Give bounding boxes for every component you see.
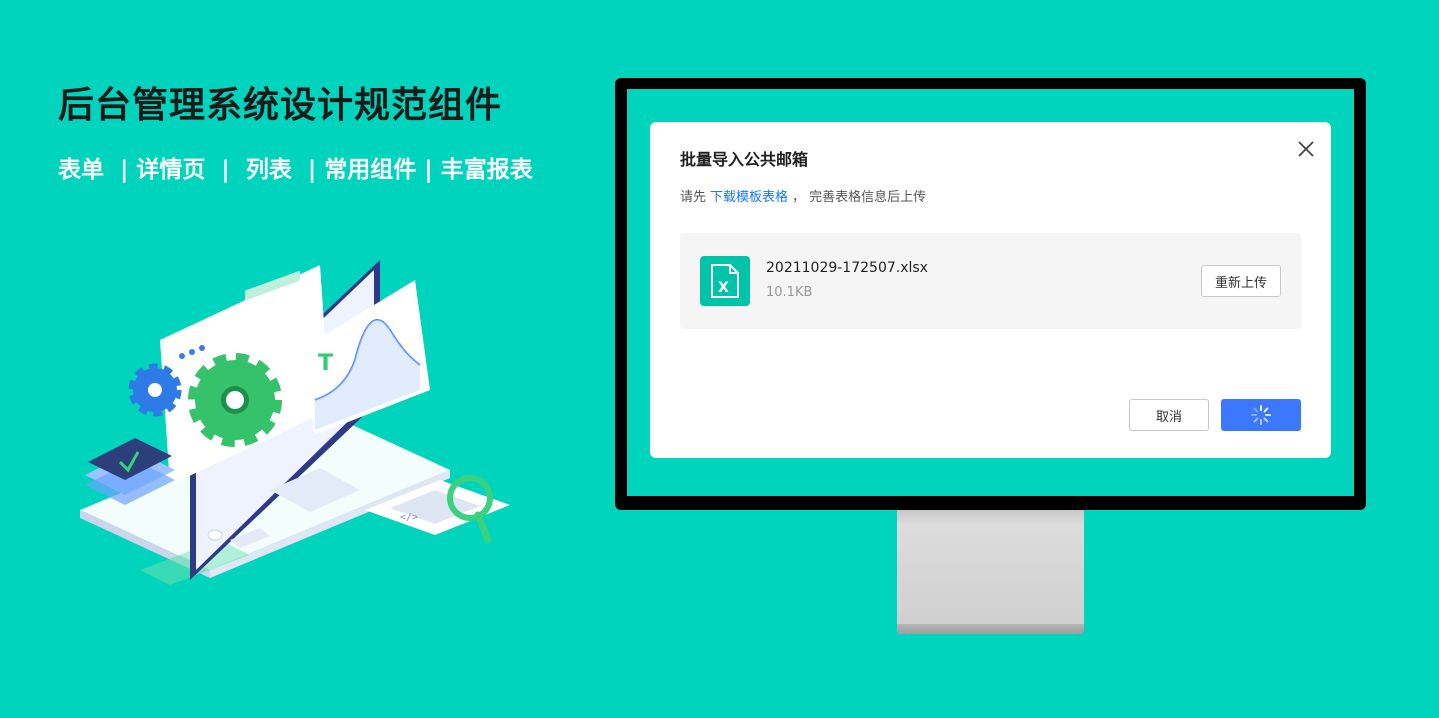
hero-title: 后台管理系统设计规范组件 [58,85,503,126]
hint-suffix: ， 完善表格信息后上传 [792,190,927,205]
download-template-link[interactable]: 下载模板表格 [710,190,788,205]
close-icon [1298,141,1314,157]
close-button[interactable] [1295,138,1317,160]
uploaded-file-card: X 20211029-172507.xlsx 10.1KB 重新上传 [680,233,1301,329]
file-name: 20211029-172507.xlsx [766,260,928,276]
loading-spinner-icon [1251,405,1271,425]
svg-text:T: T [318,351,333,376]
monitor-stand [897,510,1084,634]
excel-file-icon: X [700,256,750,306]
cancel-button[interactable]: 取消 [1129,399,1209,431]
hint-prefix: 请先 [680,190,707,205]
reupload-button[interactable]: 重新上传 [1201,265,1281,297]
dialog-hint: 请先 下载模板表格 ， 完善表格信息后上传 [680,186,926,205]
dialog-title: 批量导入公共邮箱 [680,150,809,169]
import-dialog: 批量导入公共邮箱 请先 下载模板表格 ， 完善表格信息后上传 X 20211029-… [650,122,1331,458]
hero-subtitle: 表单 | 详情页 | 列表 | 常用组件 | 丰富报表 [58,157,533,183]
svg-text:</>: </> [400,512,418,523]
dashboard-illustration: T </> [80,260,510,585]
svg-text:X: X [718,280,729,296]
file-size: 10.1KB [766,285,813,300]
confirm-button[interactable] [1221,399,1301,431]
